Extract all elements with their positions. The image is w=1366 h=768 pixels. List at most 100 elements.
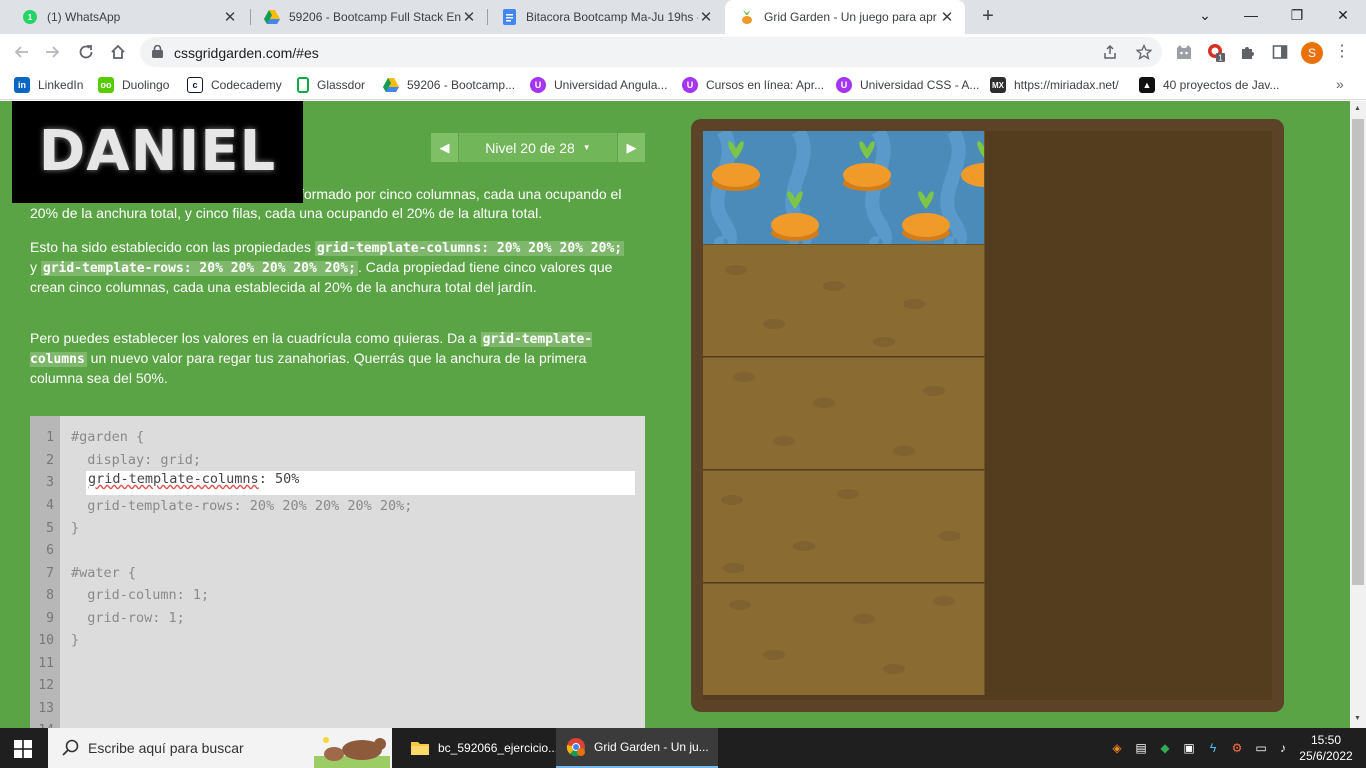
css-answer-input[interactable]: grid-template-columns: 50% [86, 471, 635, 495]
caret-down-icon: ▼ [582, 143, 591, 152]
next-level-button[interactable]: ▶ [618, 133, 645, 162]
minimize-button[interactable]: — [1228, 0, 1274, 30]
scrollbar-thumb[interactable] [1352, 119, 1364, 585]
bookmark-glassdoor[interactable]: Glassdor [297, 76, 365, 94]
line-number: 3 [46, 475, 54, 490]
block-extension-icon[interactable]: 1 [1206, 42, 1226, 62]
volume-icon[interactable]: ♪ [1274, 739, 1292, 757]
css-code-editor: 1 2 3 4 5 6 7 8 9 10 11 12 13 14 #garden… [30, 416, 645, 728]
bookmark-bootcamp-drive[interactable]: 59206 - Bootcamp... [383, 76, 515, 94]
cat-extension-icon[interactable] [1174, 42, 1194, 62]
close-icon[interactable]: ✕ [698, 8, 714, 26]
star-icon[interactable] [1135, 43, 1153, 60]
taskbar-app-chrome[interactable]: Grid Garden - Un ju... [556, 728, 718, 768]
tab-whatsapp[interactable]: 1 (1) WhatsApp ✕ [8, 0, 248, 34]
soil-cell-row-3 [703, 357, 985, 469]
bookmark-universidad-css[interactable]: U Universidad CSS - A... [836, 76, 979, 94]
scroll-up-icon[interactable]: ▲ [1354, 105, 1361, 112]
software-update-icon[interactable]: ⚙ [1228, 739, 1246, 757]
google-drive-icon [383, 77, 399, 93]
clock-time: 15:50 [1310, 733, 1342, 747]
page-scrollbar[interactable]: ▲ ▼ [1350, 101, 1366, 728]
taskbar-app-file-explorer[interactable]: bc_592066_ejercicio... [400, 728, 558, 768]
arrow-right-icon [46, 46, 60, 58]
bookmark-label: 40 proyectos de Jav... [1163, 78, 1280, 92]
close-icon[interactable]: ✕ [461, 8, 477, 26]
home-button[interactable] [105, 39, 131, 65]
close-icon[interactable]: ✕ [939, 8, 955, 26]
bookmark-label: Universidad CSS - A... [860, 78, 980, 92]
level-navigation: ◀ Nivel 20 de 28 ▼ ▶ [431, 133, 645, 162]
tab-bootcamp-drive[interactable]: 59206 - Bootcamp Full Stack Eng ✕ [250, 0, 487, 34]
forward-button[interactable] [40, 39, 66, 65]
kebab-menu-icon[interactable]: ⋮ [1334, 42, 1350, 62]
back-button[interactable] [8, 39, 34, 65]
line-number: 8 [46, 588, 54, 603]
name-overlay-logo: DANIEL [12, 101, 303, 203]
lightning-icon[interactable]: ϟ [1204, 739, 1222, 757]
close-window-button[interactable]: ✕ [1320, 0, 1366, 30]
bookmark-codecademy[interactable]: c Codecademy [187, 76, 282, 94]
bookmark-label: Duolingo [122, 78, 170, 92]
windows-logo-icon [14, 740, 32, 758]
scroll-down-icon[interactable]: ▼ [1354, 715, 1361, 722]
bookmark-miriadax[interactable]: MX https://miriadax.net/ [990, 76, 1119, 94]
bookmark-label: Glassdor [317, 78, 366, 92]
search-icon [62, 739, 79, 761]
search-highlight-illustration [314, 737, 390, 768]
line-number: 7 [46, 566, 54, 581]
svg-text:1: 1 [28, 13, 33, 22]
bookmarks-overflow-button[interactable]: » [1336, 76, 1344, 92]
code-line: #garden { [71, 429, 145, 445]
bookmark-cursos-en-linea[interactable]: U Cursos en línea: Apr... [682, 76, 824, 94]
bookmark-linkedin[interactable]: in LinkedIn [14, 76, 83, 94]
close-icon[interactable]: ✕ [222, 8, 238, 26]
bookmark-universidad-angular[interactable]: U Universidad Angula... [530, 76, 667, 94]
previous-level-button[interactable]: ◀ [431, 133, 458, 162]
whatsapp-icon: 1 [22, 9, 38, 25]
tab-strip: 1 (1) WhatsApp ✕ 59206 - Bootcamp Full S… [0, 0, 1366, 34]
reload-button[interactable] [73, 39, 99, 65]
bookmark-40-proyectos[interactable]: ▲ 40 proyectos de Jav... [1139, 76, 1280, 94]
shield-icon[interactable]: ◆ [1156, 739, 1174, 757]
address-bar[interactable]: cssgridgarden.com/#es [140, 37, 1162, 67]
answer-property: grid-template-columns [88, 471, 259, 487]
bookmark-label: 59206 - Bootcamp... [407, 78, 516, 92]
puzzle-icon[interactable] [1238, 42, 1258, 62]
tray-app-icon[interactable]: ◈ [1108, 739, 1126, 757]
taskbar-search-box[interactable]: Escribe aquí para buscar [48, 728, 392, 768]
instructions-text: Esto ha sido establecido con las propied… [30, 239, 315, 255]
instructions-paragraph-3: Pero puedes establecer los valores en la… [30, 329, 630, 388]
windows-taskbar: Escribe aquí para buscar bc_592066_ejerc… [0, 728, 1366, 768]
grid-garden-page: ◀ Nivel 20 de 28 ▼ ▶ formado por cinco c… [0, 101, 1350, 728]
glassdoor-icon [297, 77, 309, 93]
extension-badge: 1 [1218, 54, 1223, 63]
share-icon[interactable] [1102, 44, 1118, 60]
new-tab-button[interactable]: + [976, 4, 1000, 28]
project-icon: ▲ [1139, 77, 1155, 93]
home-icon [111, 44, 125, 59]
profile-avatar[interactable]: S [1301, 42, 1323, 64]
url-text[interactable]: cssgridgarden.com/#es [174, 45, 319, 61]
bookmark-label: LinkedIn [38, 78, 84, 92]
device-icon[interactable]: ▣ [1180, 739, 1198, 757]
clock-date: 25/6/2022 [1299, 749, 1353, 763]
instructions-paragraph-2: Esto ha sido establecido con las propied… [30, 238, 630, 297]
windows-start-button[interactable] [14, 740, 32, 763]
line-number: 13 [38, 701, 54, 716]
tab-search-button[interactable]: ⌄ [1182, 0, 1228, 30]
lock-icon[interactable] [152, 44, 163, 63]
system-clock[interactable]: 15:50 25/6/2022 [1298, 732, 1354, 764]
notes-icon[interactable]: ▤ [1132, 739, 1150, 757]
sidepanel-icon[interactable] [1270, 42, 1290, 62]
tab-bitacora-docs[interactable]: Bitacora Bootcamp Ma-Ju 19hs - ✕ [487, 0, 724, 34]
bookmark-duolingo[interactable]: oo Duolingo [98, 76, 169, 94]
overlay-text: DANIEL [38, 118, 277, 184]
network-icon[interactable]: ▭ [1252, 739, 1270, 757]
google-docs-icon [501, 9, 517, 25]
level-selector[interactable]: Nivel 20 de 28 ▼ [459, 133, 617, 162]
maximize-button[interactable]: ❐ [1274, 0, 1320, 30]
tab-grid-garden[interactable]: Grid Garden - Un juego para apr ✕ [725, 0, 965, 34]
code-line: grid-column: 1; [71, 587, 210, 603]
line-number-gutter: 1 2 3 4 5 6 7 8 9 10 11 12 13 14 [30, 416, 60, 728]
